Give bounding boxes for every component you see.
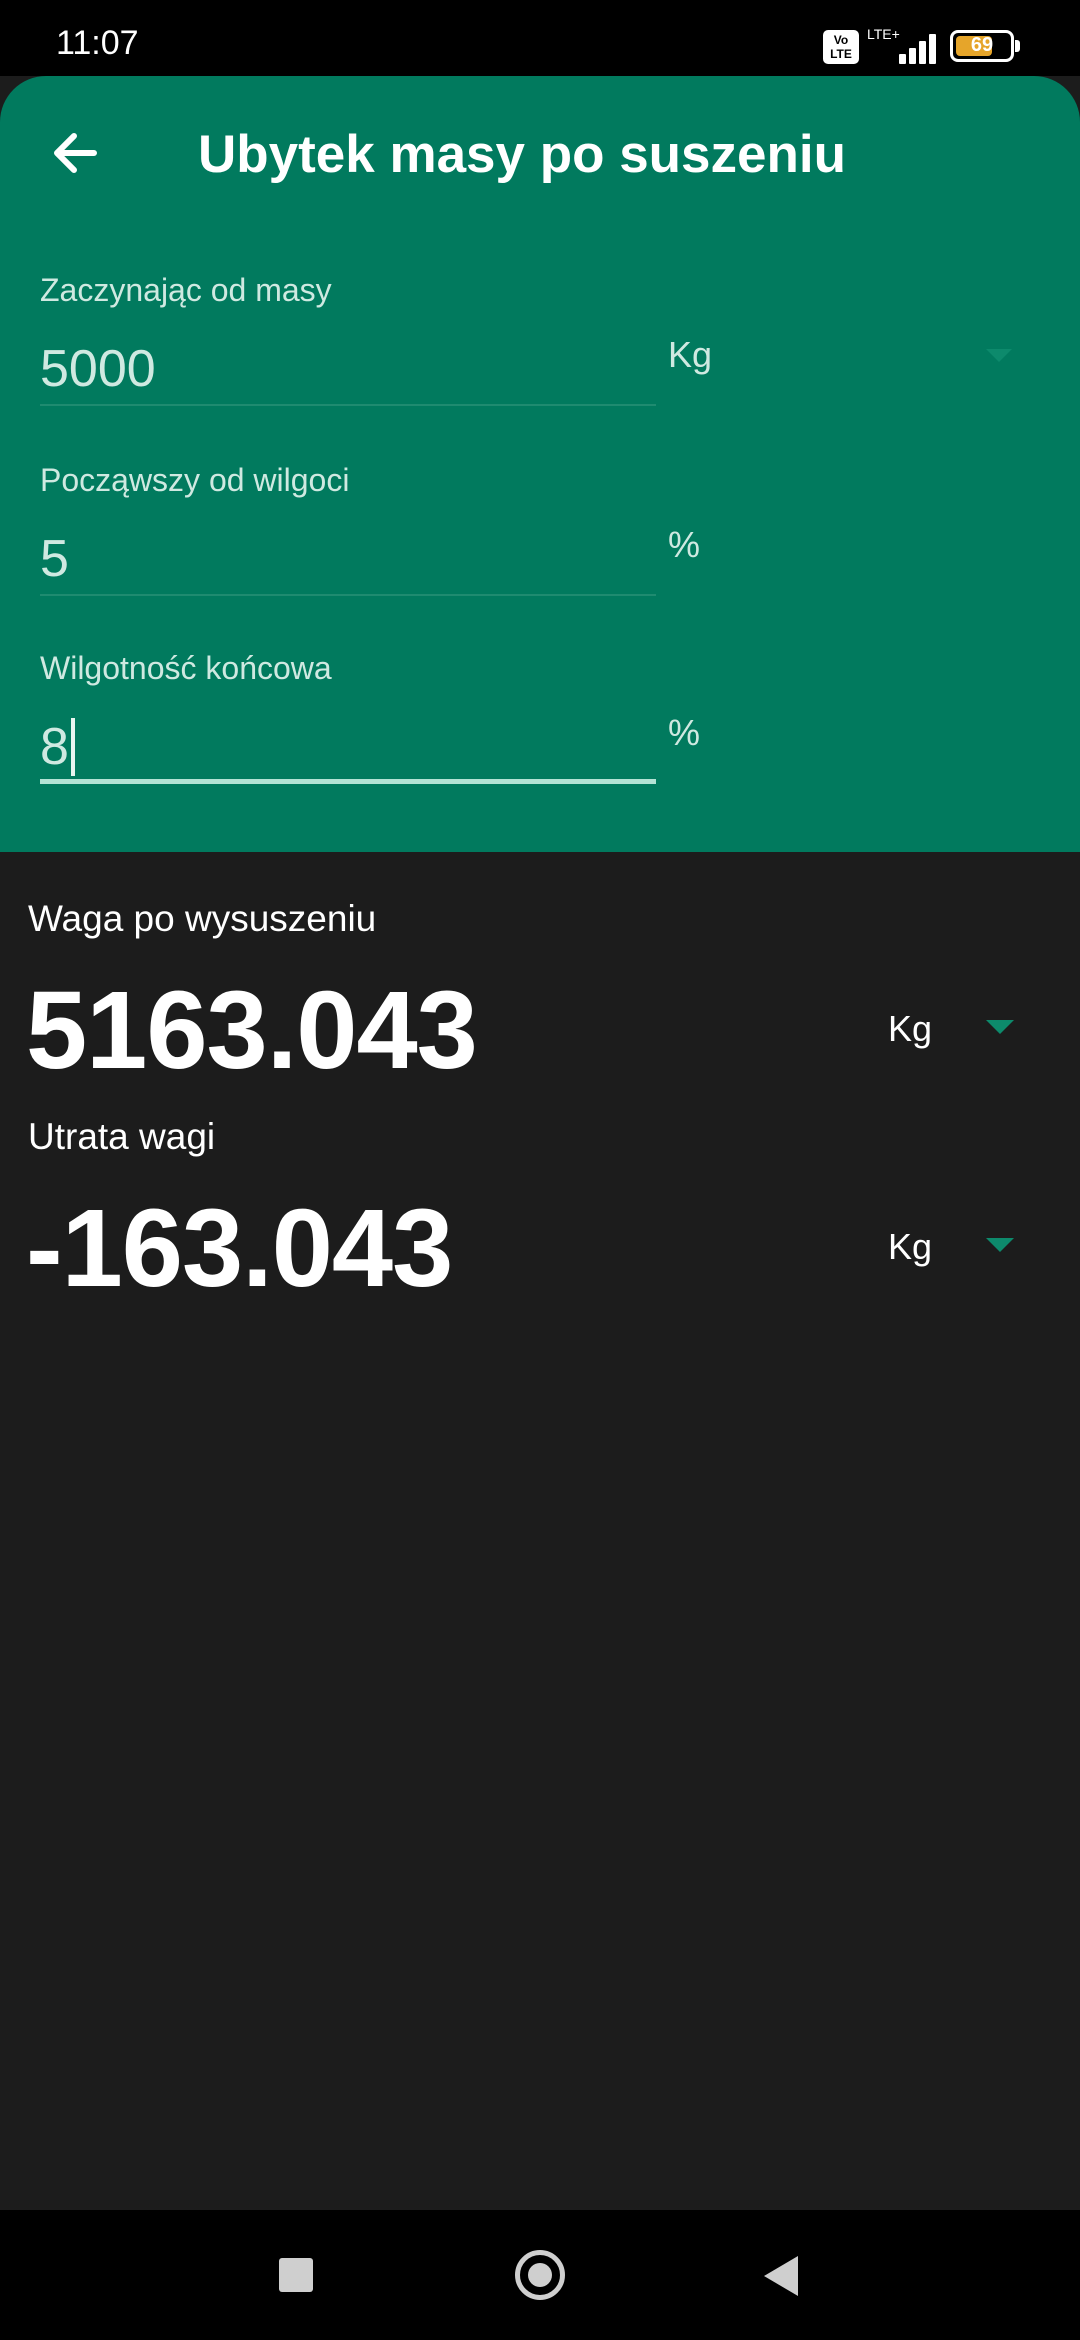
final-moisture-value: 8 xyxy=(40,718,69,776)
start-mass-input[interactable]: 5000 xyxy=(40,332,656,406)
final-moisture-input[interactable]: 8 xyxy=(40,710,656,784)
app-screen: 11:07 Vo LTE LTE+ 69 Ubytek masy po susze… xyxy=(0,0,1080,2340)
start-moisture-label: Począwszy od wilgoci xyxy=(40,462,350,498)
weight-after-drying-unit: Kg xyxy=(888,1008,933,1049)
final-moisture-unit: % xyxy=(668,712,701,753)
weight-after-drying-value: 5163.043 xyxy=(26,969,478,1092)
chevron-down-icon xyxy=(986,1020,1014,1034)
battery-level-text: 69 xyxy=(970,34,994,56)
start-moisture-unit: % xyxy=(668,524,701,565)
start-moisture-value: 5 xyxy=(40,530,69,588)
weight-after-drying-label: Waga po wysuszeniu xyxy=(28,898,377,939)
page-title: Ubytek masy po suszeniu xyxy=(198,125,846,184)
system-nav-bar xyxy=(0,2210,1080,2340)
weight-loss-label: Utrata wagi xyxy=(28,1116,216,1157)
battery-icon: 69 xyxy=(950,30,1014,62)
cellular-signal-icon xyxy=(883,30,937,64)
arrow-left-icon xyxy=(54,133,97,173)
circle-home-icon[interactable] xyxy=(515,2250,565,2300)
back-button[interactable] xyxy=(44,120,110,186)
home-icon-inner xyxy=(528,2263,552,2287)
status-time: 11:07 xyxy=(56,24,139,62)
final-moisture-label: Wilgotność końcowa xyxy=(40,650,332,686)
battery-tip xyxy=(1015,40,1020,52)
start-mass-label: Zaczynając od masy xyxy=(40,272,332,308)
input-panel: Ubytek masy po suszeniu Zaczynając od ma… xyxy=(0,76,1080,852)
volte-icon: Vo LTE xyxy=(823,30,859,64)
triangle-back-icon[interactable] xyxy=(764,2256,798,2296)
text-cursor xyxy=(70,718,75,777)
weight-loss-value: -163.043 xyxy=(26,1187,453,1310)
chevron-down-icon xyxy=(986,349,1012,362)
square-recents-icon[interactable] xyxy=(279,2258,313,2292)
start-mass-value: 5000 xyxy=(40,340,156,398)
weight-loss-unit: Kg xyxy=(888,1226,933,1267)
chevron-down-icon xyxy=(986,1238,1014,1252)
status-bar: 11:07 Vo LTE LTE+ 69 xyxy=(0,0,1080,76)
start-moisture-input[interactable]: 5 xyxy=(40,522,656,596)
start-mass-unit: Kg xyxy=(668,334,713,375)
